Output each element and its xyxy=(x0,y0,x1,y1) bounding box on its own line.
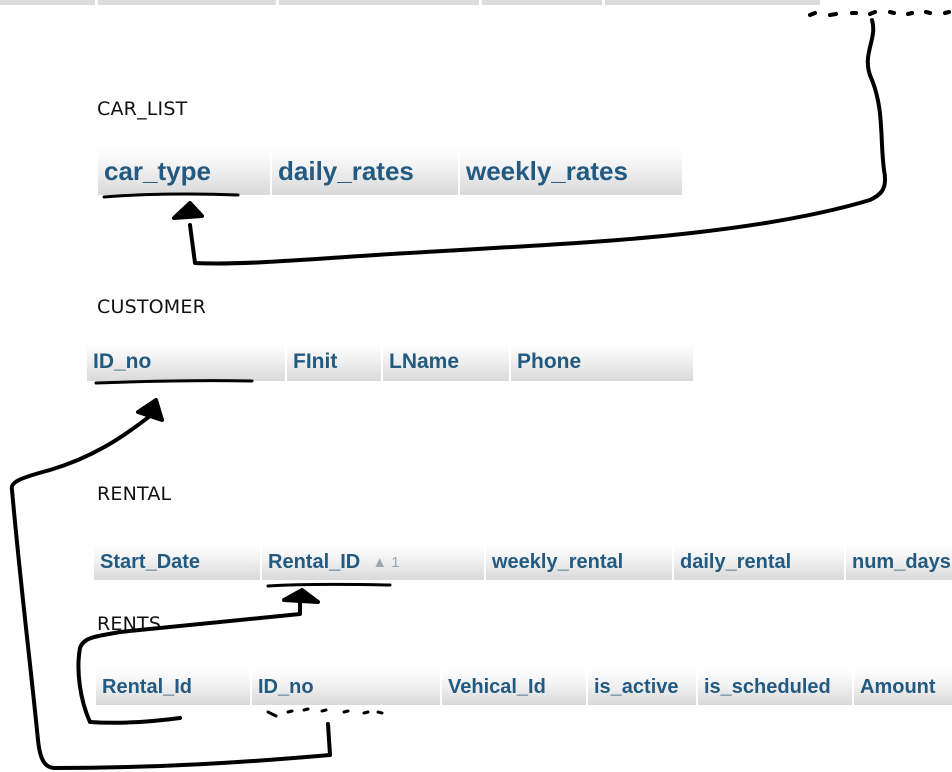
column-header-id-no[interactable]: ID_no xyxy=(252,669,440,705)
column-header-weekly-rates[interactable]: weekly_rates xyxy=(460,147,682,195)
arrow-line-to-customer-id xyxy=(9,410,332,770)
car-list-header-row: car_type daily_rates weekly_rates xyxy=(98,147,684,195)
previous-table-header-edge xyxy=(0,0,952,5)
rental-table-name: RENTAL xyxy=(97,483,172,505)
column-header-daily-rental[interactable]: daily_rental xyxy=(674,544,844,580)
column-header-is-scheduled[interactable]: is_scheduled xyxy=(698,669,852,705)
column-header-vehical-id[interactable]: Vehical_Id xyxy=(442,669,586,705)
customer-table-name: CUSTOMER xyxy=(97,296,206,318)
column-header-car-type[interactable]: car_type xyxy=(98,147,270,195)
dotted-underline-top xyxy=(808,10,951,17)
car-list-table-name: CAR_LIST xyxy=(97,98,188,120)
sort-ascending-icon[interactable]: ▲ 1 xyxy=(372,554,399,571)
rental-id-label: Rental_ID xyxy=(268,550,361,573)
column-header-rental-id[interactable]: Rental_Id xyxy=(96,669,250,705)
rental-header-row: Start_Date Rental_ID ▲ 1 weekly_rental d… xyxy=(94,544,952,580)
dotted-underline-rents-id-no xyxy=(266,707,384,718)
rents-header-row: Rental_Id ID_no Vehical_Id is_active is_… xyxy=(96,669,952,705)
underline-rental-id xyxy=(266,582,392,588)
column-header-daily-rates[interactable]: daily_rates xyxy=(272,147,458,195)
column-header-is-active[interactable]: is_active xyxy=(588,669,696,705)
column-header-id-no[interactable]: ID_no xyxy=(87,343,285,381)
column-header-phone[interactable]: Phone xyxy=(511,343,693,381)
arrowhead-rental-id xyxy=(282,588,320,604)
column-header-finit[interactable]: FInit xyxy=(287,343,381,381)
arrowhead-customer-id xyxy=(136,398,164,422)
column-header-start-date[interactable]: Start_Date xyxy=(94,544,260,580)
column-header-amount[interactable]: Amount xyxy=(854,669,952,705)
column-header-weekly-rental[interactable]: weekly_rental xyxy=(486,544,672,580)
customer-header-row: ID_no FInit LName Phone xyxy=(87,343,695,381)
column-header-num-days[interactable]: num_days xyxy=(846,544,952,580)
arrowhead-car-type xyxy=(172,201,204,220)
column-header-rental-id[interactable]: Rental_ID ▲ 1 xyxy=(262,544,484,580)
column-header-lname[interactable]: LName xyxy=(383,343,509,381)
rents-table-name: RENTS xyxy=(97,613,162,635)
arrow-line-to-car-type xyxy=(188,18,887,266)
